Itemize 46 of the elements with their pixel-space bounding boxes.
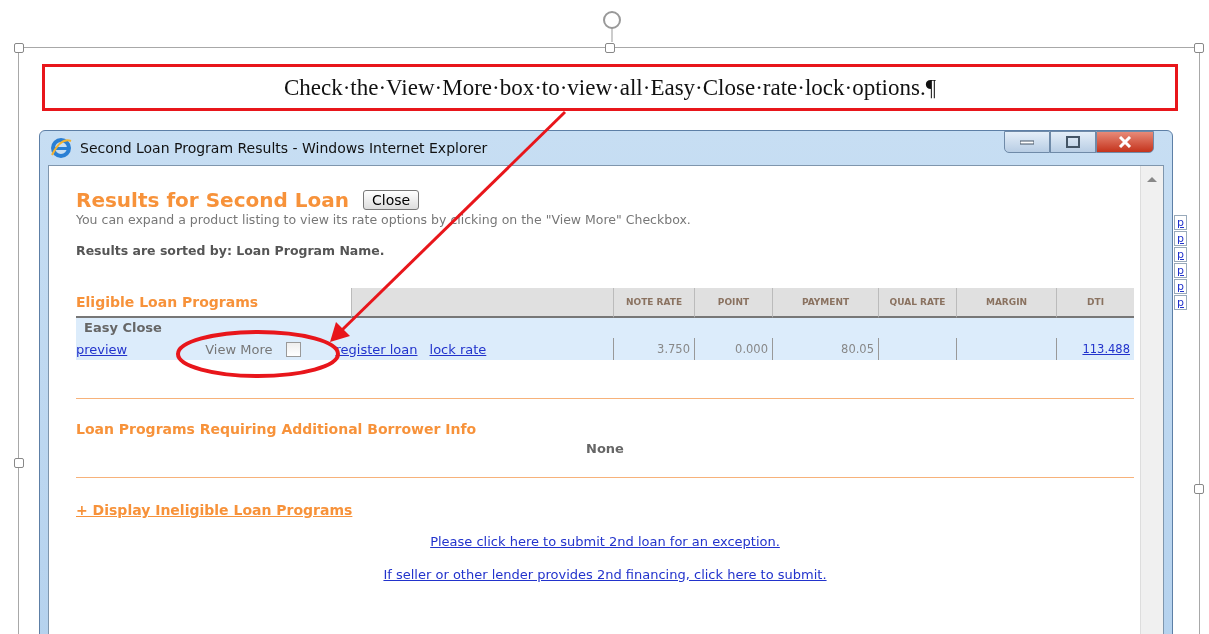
column-header: DTI	[1056, 288, 1134, 318]
link[interactable]: p	[1174, 295, 1187, 310]
scrollbar[interactable]	[1140, 166, 1163, 634]
resize-handle[interactable]	[1194, 43, 1204, 53]
empty-state-text: None	[585, 441, 625, 456]
scroll-up-icon[interactable]	[1147, 176, 1157, 182]
program-name: Easy Close	[83, 319, 163, 337]
table-cell: 0.000	[735, 342, 768, 356]
resize-handle[interactable]	[14, 43, 24, 53]
link[interactable]: p	[1174, 263, 1187, 278]
close-button[interactable]	[1096, 131, 1154, 153]
section-title: Loan Programs Requiring Additional Borrower Info	[76, 421, 478, 437]
caption-text: Check·the·View·More·box·to·view·all·Easy·Close·rate·lock·options.¶	[283, 74, 937, 101]
link[interactable]: p	[1174, 215, 1187, 230]
minimize-icon	[1020, 139, 1034, 145]
link[interactable]: p	[1174, 247, 1187, 262]
table-cell: 80.05	[841, 342, 874, 356]
page-heading: Results for Second Loan	[76, 188, 349, 212]
column-header: NOTE RATE	[613, 288, 694, 318]
column-header: PAYMENT	[772, 288, 878, 318]
checkbox-label: View More	[205, 341, 273, 357]
view-more-checkbox[interactable]	[286, 341, 302, 357]
link[interactable]: p	[1174, 279, 1187, 294]
maximize-icon	[1066, 136, 1080, 148]
action-link[interactable]: lock rate	[429, 341, 487, 357]
submit-link[interactable]: If seller or other lender provides 2nd financing, click here to submit.	[383, 567, 827, 582]
dti-link[interactable]: 113.488	[1082, 342, 1130, 356]
sort-note: Results are sorted by: Loan Program Name.	[76, 243, 386, 258]
table-cell: 3.750	[657, 342, 690, 356]
minimize-button[interactable]	[1004, 131, 1050, 153]
submit-link[interactable]: Please click here to submit 2nd loan for an exception.	[430, 534, 780, 549]
window-title: Second Loan Program Results - Windows Internet Explorer	[80, 140, 488, 156]
resize-handle[interactable]	[605, 43, 615, 53]
close-icon	[1118, 136, 1132, 148]
column-header: POINT	[694, 288, 772, 318]
column-header: MARGIN	[956, 288, 1056, 318]
preview-link[interactable]: preview	[76, 341, 128, 357]
link[interactable]: p	[1174, 231, 1187, 246]
maximize-button[interactable]	[1050, 131, 1096, 153]
browser-icon	[50, 137, 72, 159]
column-header: QUAL RATE	[878, 288, 956, 318]
rotate-handle[interactable]	[603, 11, 621, 43]
action-link[interactable]: register loan	[335, 341, 418, 357]
resize-handle[interactable]	[14, 458, 24, 468]
close-button[interactable]: Close	[362, 190, 420, 210]
resize-handle[interactable]	[1194, 484, 1204, 494]
